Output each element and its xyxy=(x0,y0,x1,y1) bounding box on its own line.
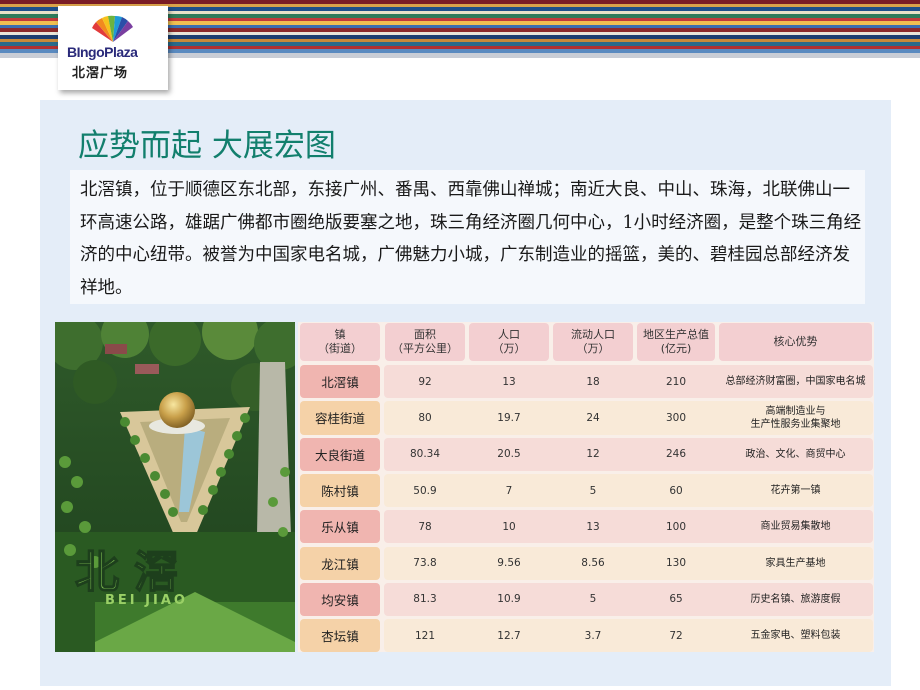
table-header-line2: （万） xyxy=(492,342,526,355)
table-header-line2: （万） xyxy=(576,342,610,355)
garden-photo-image: 北 滘 BEI JIAO xyxy=(55,322,295,652)
table-header-line1: 地区生产总值 xyxy=(643,328,709,341)
table-town-cell: 乐从镇 xyxy=(300,510,380,544)
table-header-cell: 地区生产总值 (亿元) xyxy=(637,323,715,361)
beijiao-garden-photo: 北 滘 BEI JIAO xyxy=(55,322,295,652)
table-advantage-cell: 家具生产基地 xyxy=(719,547,872,580)
advantage-line1: 商业贸易集散地 xyxy=(760,521,831,533)
table-town-cell: 北滘镇 xyxy=(300,365,380,399)
table-town-cell: 容桂街道 xyxy=(300,401,380,435)
table-town-cell: 均安镇 xyxy=(300,582,380,617)
brand-name-cn: 北滘广场 xyxy=(72,66,129,81)
table-area-cell: 78 xyxy=(418,520,432,533)
table-header-cell: 镇（街道） xyxy=(300,323,380,361)
table-float-cell: 5 xyxy=(589,593,597,606)
table-area-cell: 80 xyxy=(418,411,432,424)
table-town-cell: 陈村镇 xyxy=(300,473,380,508)
brand-name-en: BIngoPlaza xyxy=(67,44,138,60)
table-pop-cell: 7 xyxy=(505,484,513,497)
table-header-line1: 面积 xyxy=(414,328,436,341)
table-advantage-cell: 五金家电、塑料包装 xyxy=(719,619,872,652)
intro-text: 北滘镇，位于顺德区东北部，东接广州、番禺、西靠佛山禅城；南近大良、中山、珠海，北… xyxy=(80,180,862,298)
table-town-cell: 杏坛镇 xyxy=(300,619,380,653)
table-advantage-cell: 商业贸易集散地 xyxy=(719,510,872,543)
table-header-line1: 流动人口 xyxy=(571,328,615,341)
advantage-line1: 政治、文化、商贸中心 xyxy=(745,448,846,460)
table-gdp-cell: 72 xyxy=(669,629,683,642)
table-area-cell: 80.34 xyxy=(409,448,441,461)
table-area-cell: 50.9 xyxy=(413,484,437,497)
table-area-cell: 92 xyxy=(418,375,432,388)
table-advantage-cell: 花卉第一镇 xyxy=(719,474,872,507)
table-area-cell: 81.3 xyxy=(413,593,437,606)
table-gdp-cell: 100 xyxy=(665,520,687,533)
advantage-line1: 历史名镇、旅游度假 xyxy=(750,593,841,605)
table-header-line1: 核心优势 xyxy=(773,335,818,348)
sign-english: BEI JIAO xyxy=(105,593,188,608)
table-header-line2: （平方公里） xyxy=(392,342,458,355)
table-pop-cell: 12.7 xyxy=(497,629,521,642)
advantage-line2: 生产性服务业集聚地 xyxy=(750,418,841,430)
table-header-line1: 人口 xyxy=(498,328,520,341)
advantage-line1: 五金家电、塑料包装 xyxy=(750,630,841,642)
table-float-cell: 18 xyxy=(586,375,600,388)
table-header-cell: 人口 （万） xyxy=(469,323,549,361)
table-float-cell: 3.7 xyxy=(584,629,602,642)
table-gdp-cell: 60 xyxy=(669,484,683,497)
table-pop-cell: 19.7 xyxy=(497,411,521,424)
sign-chinese: 北 滘 xyxy=(75,547,178,598)
brand-logo: BIngoPlaza 北滘广场 xyxy=(58,6,168,90)
table-gdp-cell: 65 xyxy=(669,593,683,606)
table-gdp-cell: 300 xyxy=(665,411,687,424)
table-advantage-cell: 高端制造业与 生产性服务业集聚地 xyxy=(719,401,872,434)
table-town-cell: 大良街道 xyxy=(300,437,380,471)
table-float-cell: 13 xyxy=(586,520,600,533)
table-gdp-cell: 210 xyxy=(665,375,687,388)
table-float-cell: 24 xyxy=(586,411,600,424)
table-header-cell: 流动人口 （万） xyxy=(553,323,633,361)
table-area-cell: 73.8 xyxy=(413,557,437,570)
table-pop-cell: 9.56 xyxy=(497,557,521,570)
advantage-line1: 花卉第一镇 xyxy=(770,485,821,497)
table-area-cell: 121 xyxy=(414,629,436,642)
table-pop-cell: 20.5 xyxy=(497,448,521,461)
table-header-cell: 核心优势 xyxy=(719,323,872,361)
advantage-line1: 家具生产基地 xyxy=(765,557,826,569)
table-advantage-cell: 历史名镇、旅游度假 xyxy=(719,583,872,616)
table-gdp-cell: 130 xyxy=(665,557,687,570)
table-header-line1: 镇 xyxy=(334,328,346,341)
fan-logo-icon xyxy=(92,15,133,42)
table-advantage-cell: 政治、文化、商贸中心 xyxy=(719,438,872,471)
table-pop-cell: 10 xyxy=(502,520,516,533)
table-advantage-cell: 总部经济财富圈，中国家电名城 xyxy=(719,365,872,398)
advantage-line1: 总部经济财富圈，中国家电名城 xyxy=(725,376,866,388)
table-gdp-cell: 246 xyxy=(665,448,687,461)
table-float-cell: 5 xyxy=(589,484,597,497)
table-float-cell: 12 xyxy=(586,448,600,461)
table-pop-cell: 13 xyxy=(502,375,516,388)
table-pop-cell: 10.9 xyxy=(497,593,521,606)
table-header-cell: 面积 （平方公里） xyxy=(385,323,465,361)
table-town-cell: 龙江镇 xyxy=(300,546,380,580)
table-header-line2: （街道） xyxy=(318,342,362,355)
table-float-cell: 8.56 xyxy=(581,557,605,570)
advantage-line1: 高端制造业与 xyxy=(765,405,826,417)
page-title: 应势而起 大展宏图 xyxy=(78,128,336,164)
table-header-line2: (亿元) xyxy=(660,342,692,355)
